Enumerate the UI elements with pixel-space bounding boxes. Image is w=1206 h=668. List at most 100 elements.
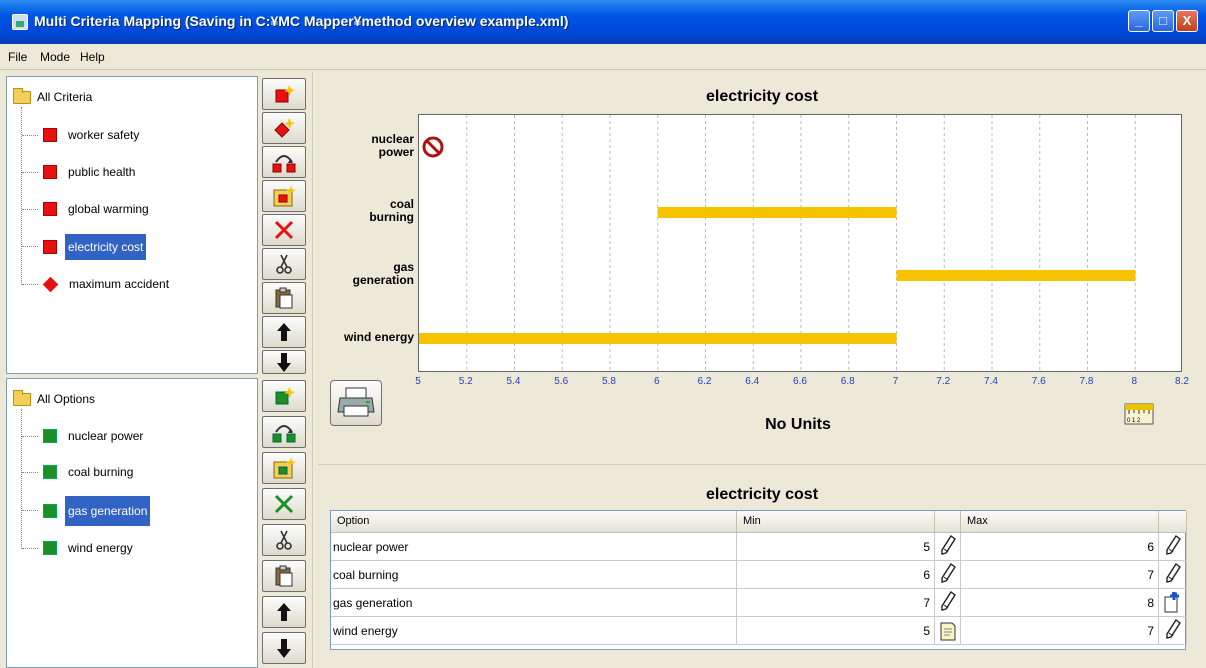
table-row-min[interactable]: 5: [737, 533, 935, 561]
option-label: wind energy: [68, 541, 133, 555]
category-label: coal burning: [369, 197, 414, 224]
column-header-min[interactable]: Min: [737, 511, 935, 533]
move-criterion-up-button[interactable]: [262, 316, 306, 348]
edit-max-button[interactable]: [1159, 533, 1187, 561]
move-criterion-down-button[interactable]: [262, 350, 306, 374]
criteria-root[interactable]: All Criteria: [13, 87, 92, 107]
cut-option-button[interactable]: [262, 524, 306, 556]
option-wind-energy[interactable]: wind energy: [43, 537, 136, 559]
data-table: Option Min Max nuclear power 5 6 coal bu…: [330, 510, 1187, 650]
cut-criterion-button[interactable]: [262, 248, 306, 280]
options-root[interactable]: All Options: [13, 389, 95, 409]
red-square-icon: [43, 240, 57, 254]
option-label-selected: gas generation: [65, 496, 151, 526]
group-icon: [272, 425, 296, 443]
table-row-option[interactable]: wind energy: [331, 617, 737, 645]
criterion-electricity-cost[interactable]: electricity cost: [43, 233, 147, 261]
option-nuclear-power[interactable]: nuclear power: [43, 425, 146, 447]
edit-min-button[interactable]: [935, 617, 961, 645]
pencil-icon: [1165, 534, 1181, 558]
delete-option-button[interactable]: [262, 488, 306, 520]
add-criterion-button[interactable]: [262, 78, 306, 110]
table-row-max[interactable]: 6: [961, 533, 1159, 561]
table-row-option[interactable]: gas generation: [331, 589, 737, 617]
column-header-option[interactable]: Option: [331, 511, 737, 533]
column-header-max-edit[interactable]: [1159, 511, 1187, 533]
table-row-min[interactable]: 6: [737, 561, 935, 589]
group-criteria-button[interactable]: [262, 146, 306, 178]
options-tree[interactable]: All Options nuclear power coal burning g…: [6, 378, 258, 668]
delete-x-icon: [274, 220, 294, 240]
category-label: nuclear power: [371, 132, 414, 159]
criterion-maximum-accident[interactable]: maximum accident: [42, 273, 172, 295]
title-bar: Multi Criteria Mapping (Saving in C:¥MC …: [0, 0, 1206, 44]
new-folder-option-button[interactable]: [262, 452, 306, 484]
option-coal-burning[interactable]: coal burning: [43, 461, 136, 483]
menu-help[interactable]: Help: [80, 50, 105, 64]
table-row-max[interactable]: 7: [961, 561, 1159, 589]
x-tick-label: 7.8: [1079, 376, 1094, 387]
menu-file[interactable]: File: [8, 50, 27, 64]
arrow-down-icon: [277, 639, 291, 658]
close-button[interactable]: X: [1176, 10, 1198, 32]
window-title: Multi Criteria Mapping (Saving in C:¥MC …: [34, 13, 569, 29]
edit-max-button[interactable]: [1159, 589, 1187, 617]
folder-add-icon: [273, 457, 296, 479]
x-tick-label: 8.2: [1175, 376, 1189, 387]
move-option-up-button[interactable]: [262, 596, 306, 628]
edit-max-button[interactable]: [1159, 561, 1187, 589]
x-tick-label: 5.8: [602, 376, 616, 387]
criterion-label: global warming: [68, 202, 149, 216]
edit-max-button[interactable]: [1159, 617, 1187, 645]
move-option-down-button[interactable]: [262, 632, 306, 664]
scissors-icon: [276, 530, 292, 550]
ruler-scale-icon[interactable]: 0 1 2: [1124, 400, 1154, 428]
red-square-icon: [43, 165, 57, 179]
chart-plot-area: [418, 114, 1182, 373]
minimize-button[interactable]: _: [1128, 10, 1150, 32]
paste-criterion-button[interactable]: [262, 282, 306, 314]
criterion-public-health[interactable]: public health: [43, 161, 138, 183]
maximize-button[interactable]: □: [1152, 10, 1174, 32]
criterion-label: worker safety: [68, 128, 140, 142]
delete-x-icon: [274, 494, 294, 514]
note-plus-icon: [1164, 591, 1179, 612]
pencil-icon: [940, 562, 956, 586]
x-tick-label: 5: [415, 376, 421, 387]
x-axis-units-label: No Units: [765, 416, 831, 433]
option-gas-generation[interactable]: gas generation: [43, 495, 151, 527]
table-row-max[interactable]: 7: [961, 617, 1159, 645]
add-diamond-icon: [274, 118, 295, 138]
table-row-option[interactable]: coal burning: [331, 561, 737, 589]
x-tick-label: 5.2: [458, 376, 473, 387]
new-folder-criterion-button[interactable]: [262, 180, 306, 212]
delete-criterion-button[interactable]: [262, 214, 306, 246]
add-red-criterion-button[interactable]: [262, 112, 306, 144]
green-square-icon: [43, 504, 57, 518]
table-row-min[interactable]: 7: [737, 589, 935, 617]
menu-mode[interactable]: Mode: [40, 50, 70, 64]
criteria-tree[interactable]: All Criteria worker safety public health…: [6, 76, 258, 374]
edit-min-button[interactable]: [935, 589, 961, 617]
group-icon: [272, 155, 296, 173]
table-row-min[interactable]: 5: [737, 617, 935, 645]
criterion-worker-safety[interactable]: worker safety: [43, 124, 142, 146]
group-options-button[interactable]: [262, 416, 306, 448]
range-bar-gas-generation: [896, 270, 1136, 281]
red-square-icon: [43, 202, 57, 216]
table-row-option[interactable]: nuclear power: [331, 533, 737, 561]
note-icon: [940, 622, 955, 640]
table-panel: electricity cost Option Min Max nuclear …: [318, 470, 1206, 668]
pencil-icon: [1165, 618, 1181, 642]
column-header-min-edit[interactable]: [935, 511, 961, 533]
paste-option-button[interactable]: [262, 560, 306, 592]
criterion-global-warming[interactable]: global warming: [43, 198, 152, 220]
edit-min-button[interactable]: [935, 533, 961, 561]
edit-min-button[interactable]: [935, 561, 961, 589]
column-header-max[interactable]: Max: [961, 511, 1159, 533]
x-tick-label: 5.4: [506, 376, 521, 387]
x-tick-label: 6.6: [793, 376, 807, 387]
add-option-button[interactable]: [262, 380, 306, 412]
table-title: electricity cost: [705, 486, 819, 503]
table-row-max[interactable]: 8: [961, 589, 1159, 617]
